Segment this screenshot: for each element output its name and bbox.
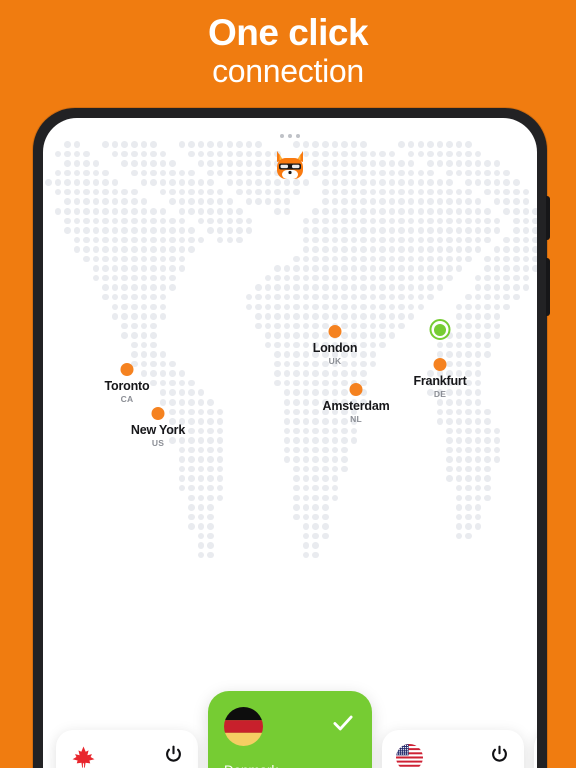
pin-country-code: DE [433,389,447,399]
dot [296,134,300,138]
map-dot-grid [43,118,537,768]
cat-sunglasses-logo [273,149,307,182]
dot [280,134,284,138]
three-dots-icon[interactable] [280,134,300,138]
pin-bead [151,407,165,420]
phone-mockup: Toronto CA New York US London UK Amsterdam NL Fr… [33,108,550,768]
world-map[interactable]: Toronto CA New York US London UK Amsterdam NL Fr… [43,118,537,768]
dot [288,134,292,138]
power-icon[interactable] [163,744,184,765]
server-card-frankfurt[interactable]: DenmarkFrankfurt [208,691,372,768]
check-icon [330,710,356,736]
active-pin-core [434,323,446,336]
canada-flag-icon [70,744,97,768]
card-header [70,744,184,768]
card-country-label: Denmark [224,763,356,768]
page-title: One click connection [0,14,576,87]
power-icon[interactable] [489,744,510,765]
pin-bead [328,325,342,338]
pin-country-code: US [151,438,165,448]
pin-city-label: New York [130,423,186,437]
phone-screen: Toronto CA New York US London UK Amsterdam NL Fr… [43,118,537,768]
pin-bead [349,383,363,396]
pin-bead [120,363,134,376]
headline-line-2: connection [212,53,364,89]
pin-country-code: NL [350,414,362,424]
pin-country-code: UK [328,356,342,366]
server-card-quebec[interactable]: CanadaQuebec [534,730,537,768]
volume-button[interactable] [546,196,550,240]
pin-city-label: Frankfurt [413,374,467,388]
power-button[interactable] [546,258,550,316]
pin-city-label: London [312,341,358,355]
card-header [396,744,510,768]
pin-country-code: CA [120,394,134,404]
server-card-new-york[interactable]: United StatesNew York [382,730,524,768]
server-card-list[interactable]: CanadaToronto DenmarkFrankfurt United Stat… [43,686,537,768]
pin-bead [433,358,447,371]
server-card-toronto[interactable]: CanadaToronto [56,730,198,768]
pin-city-label: Toronto [104,379,150,393]
headline-line-1: One click [207,12,369,53]
germany-flag-icon [224,707,263,746]
card-header [224,707,356,746]
pin-city-label: Amsterdam [322,399,390,413]
usa-flag-icon [396,744,423,768]
